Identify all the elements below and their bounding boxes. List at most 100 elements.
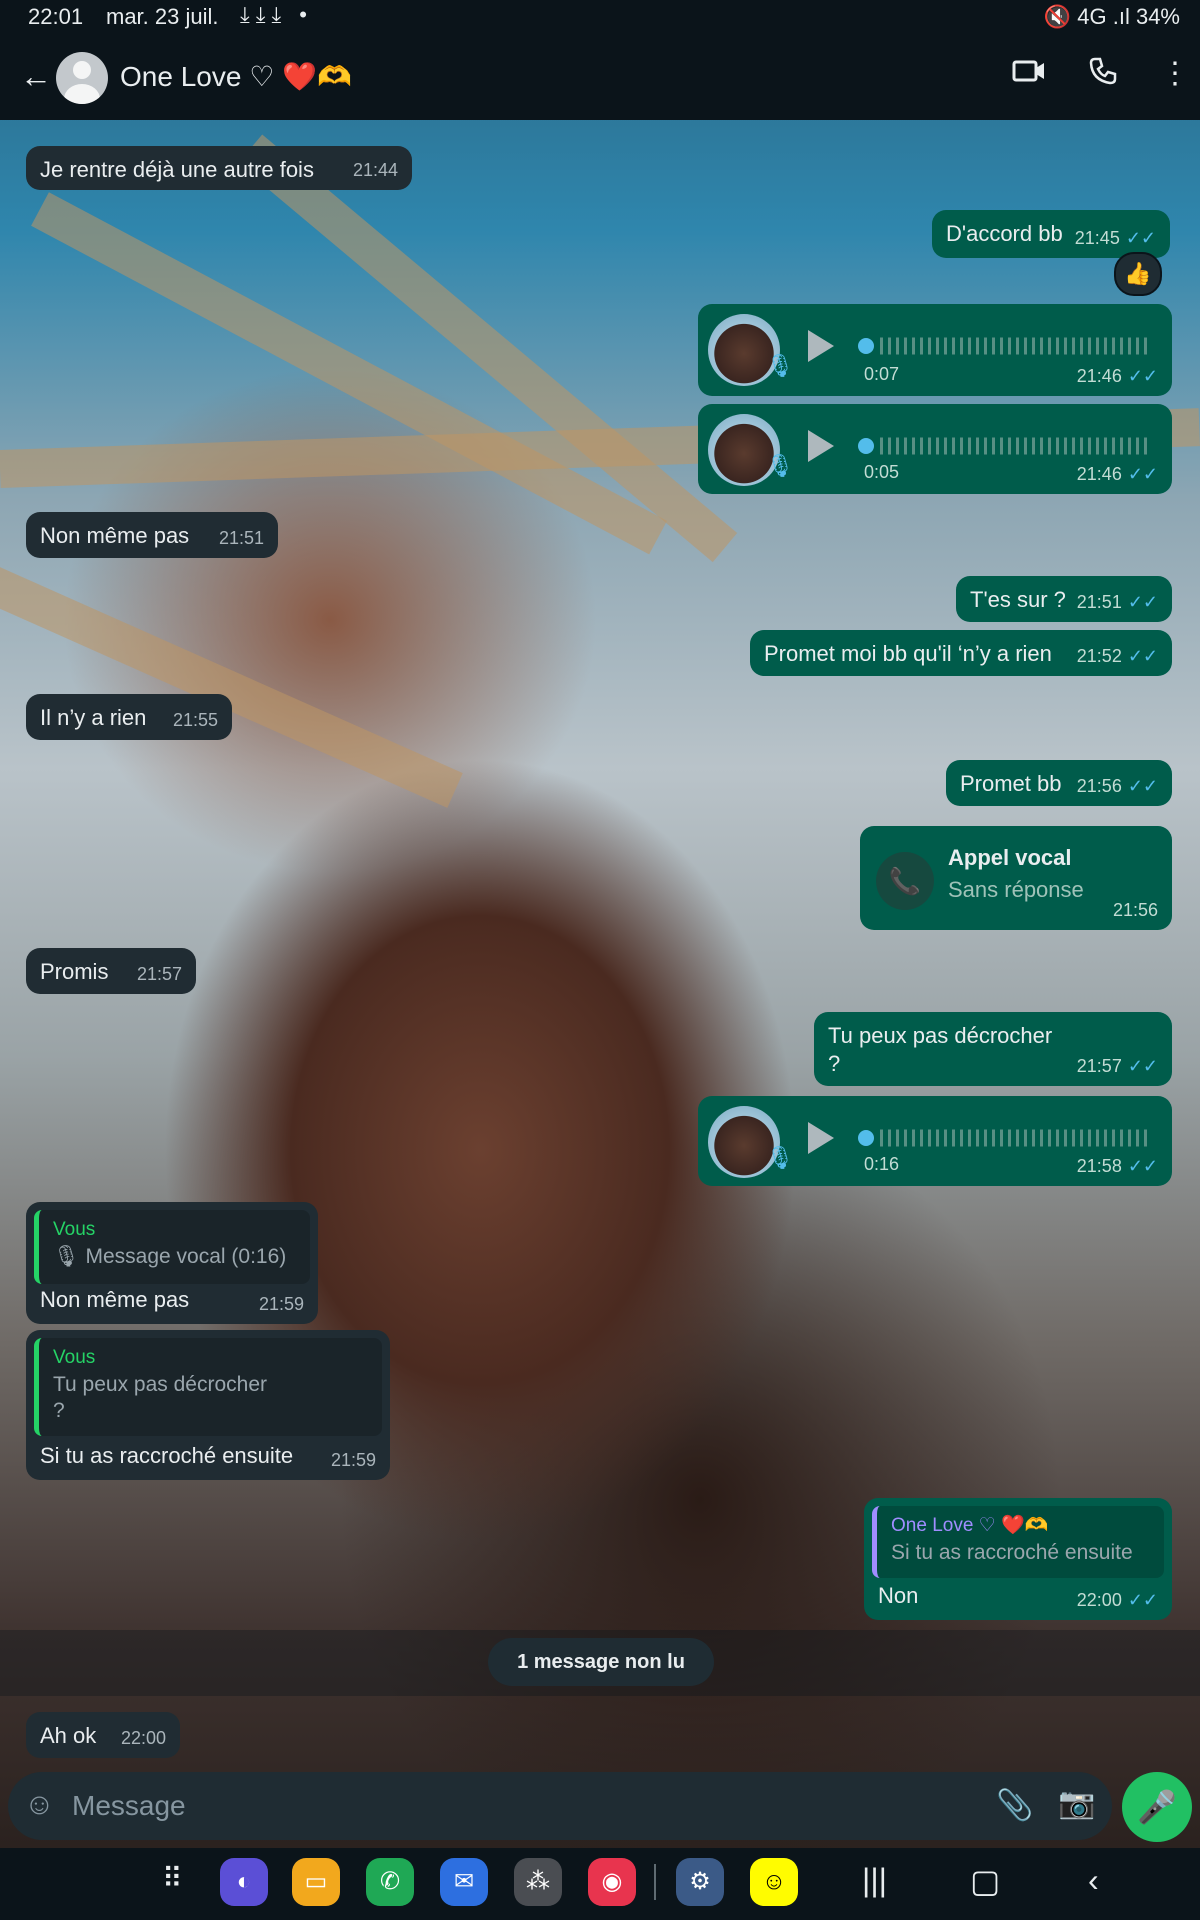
reply-message-outgoing[interactable]: One Love ♡ ❤️🫶 Si tu as raccroché ensuit… <box>864 1498 1172 1620</box>
message-time: 21:57 <box>136 964 182 984</box>
emoji-icon[interactable]: ☺ <box>24 1788 55 1822</box>
home-icon[interactable]: ▢ <box>970 1862 1000 1900</box>
download-icons: ⤓⤓⤓ • <box>240 2 313 27</box>
chat-header: ← One Love ♡ ❤️🫶 ⋮ <box>0 36 1200 120</box>
play-icon[interactable] <box>808 330 834 362</box>
status-time: 22:01 <box>28 4 84 29</box>
read-ticks-icon: ✓✓ <box>1127 464 1158 484</box>
message-time: 21:58 <box>1076 1156 1122 1176</box>
voice-duration: 0:16 <box>864 1154 900 1174</box>
messages-app-icon[interactable]: ✉ <box>440 1858 488 1906</box>
message-time: 21:56 <box>1112 900 1158 920</box>
waveform[interactable] <box>880 332 1150 360</box>
voice-message-outgoing[interactable]: 🎙 0:16 21:58 ✓✓ <box>698 1096 1172 1186</box>
call-log-bubble[interactable]: 📞 Appel vocal Sans réponse 21:56 <box>860 826 1172 930</box>
phone-app-icon[interactable]: ✆ <box>366 1858 414 1906</box>
quoted-message[interactable]: Vous Tu peux pas décrocher ? <box>34 1338 382 1436</box>
message-outgoing[interactable]: D'accord bb 21:45 ✓✓ <box>932 210 1170 258</box>
message-text: Non même pas <box>40 523 190 548</box>
message-meta: 21:57 ✓✓ <box>1077 1052 1158 1080</box>
message-incoming[interactable]: Promis 21:57 <box>26 948 196 994</box>
message-meta: 21:56 ✓✓ <box>1077 772 1158 800</box>
files-app-icon[interactable]: ▭ <box>292 1858 340 1906</box>
message-outgoing[interactable]: Promet bb 21:56 ✓✓ <box>946 760 1172 806</box>
settings-app-icon[interactable]: ⚙ <box>676 1858 724 1906</box>
message-outgoing[interactable]: Tu peux pas décrocher ? 21:57 ✓✓ <box>814 1012 1172 1086</box>
message-time: 21:55 <box>172 710 218 730</box>
mic-icon: 🎙 <box>766 453 794 478</box>
playback-scrubber[interactable] <box>858 438 874 454</box>
contact-name[interactable]: One Love ♡ ❤️🫶 <box>120 60 352 93</box>
more-options-icon[interactable]: ⋮ <box>1160 56 1190 91</box>
message-incoming[interactable]: Non même pas 21:51 <box>26 512 278 558</box>
read-ticks-icon: ✓✓ <box>1127 592 1158 612</box>
message-incoming[interactable]: Ah ok 22:00 <box>26 1712 180 1758</box>
message-time: 21:45 <box>1074 228 1120 248</box>
quoted-sender: One Love ♡ ❤️🫶 <box>891 1515 1049 1536</box>
waveform[interactable] <box>880 432 1150 460</box>
quoted-sender: Vous <box>53 1219 96 1240</box>
app-drawer-icon[interactable]: ⠿ <box>162 1862 183 1895</box>
playback-scrubber[interactable] <box>858 338 874 354</box>
message-text: Promet moi bb qu'il ‘n’y a rien <box>764 641 1052 666</box>
voice-message-outgoing[interactable]: 🎙 0:07 21:46 ✓✓ <box>698 304 1172 396</box>
read-ticks-icon: ✓✓ <box>1127 646 1158 666</box>
message-text-line2: ? <box>828 1051 841 1076</box>
read-ticks-icon: ✓✓ <box>1127 1590 1158 1610</box>
message-meta: 21:45 ✓✓ <box>1075 224 1156 252</box>
camera-icon[interactable]: 📷 <box>1058 1786 1095 1821</box>
voice-call-icon[interactable] <box>1088 56 1118 94</box>
attachment-icon[interactable]: 📎 <box>996 1788 1033 1823</box>
waveform[interactable] <box>880 1124 1150 1152</box>
message-input[interactable]: Message <box>72 1790 186 1822</box>
message-text: Non même pas <box>40 1287 190 1312</box>
unread-count-badge: 1 message non lu <box>488 1638 714 1686</box>
read-ticks-icon: ✓✓ <box>1125 228 1156 248</box>
recents-icon[interactable]: ||| <box>862 1862 887 1899</box>
message-text: Promis <box>40 959 109 984</box>
voice-record-button[interactable]: 🎤 <box>1122 1772 1192 1842</box>
message-text: Tu peux pas décrocher <box>828 1023 1053 1048</box>
play-icon[interactable] <box>808 430 834 462</box>
quoted-message[interactable]: Vous 🎙 Message vocal (0:16) <box>34 1210 310 1284</box>
message-time: 21:52 <box>1076 646 1122 666</box>
reaction-thumbs-up[interactable]: 👍 <box>1114 252 1162 296</box>
voice-duration: 0:07 <box>864 364 900 384</box>
call-status: Sans réponse <box>948 877 1084 902</box>
video-call-icon[interactable] <box>1012 56 1046 94</box>
message-time: 22:00 <box>1076 1590 1122 1610</box>
message-text: Non <box>878 1583 919 1608</box>
read-ticks-icon: ✓✓ <box>1127 366 1158 386</box>
message-time: 22:00 <box>120 1728 166 1748</box>
message-text: Promet bb <box>960 771 1062 796</box>
message-composer: ☺ Message 📎 📷 <box>8 1772 1112 1840</box>
message-incoming[interactable]: Il n’y a rien 21:55 <box>26 694 232 740</box>
system-nav-bar: ⠿ ◐ ▭ ✆ ✉ ⁂ ◉ ⚙ ☺ ||| ▢ ‹ <box>0 1848 1200 1920</box>
message-meta: 21:52 ✓✓ <box>1077 642 1158 670</box>
snapchat-app-icon[interactable]: ☺ <box>750 1858 798 1906</box>
playback-scrubber[interactable] <box>858 1130 874 1146</box>
back-arrow-icon[interactable]: ← <box>20 58 52 95</box>
dock-divider <box>654 1864 656 1900</box>
browser-app-icon[interactable]: ◐ <box>220 1858 268 1906</box>
camera-app-icon[interactable]: ◉ <box>588 1858 636 1906</box>
message-outgoing[interactable]: Promet moi bb qu'il ‘n’y a rien 21:52 ✓✓ <box>750 630 1172 676</box>
reply-message-incoming[interactable]: Vous Tu peux pas décrocher ? Si tu as ra… <box>26 1330 390 1480</box>
multi-app-icon[interactable]: ⁂ <box>514 1858 562 1906</box>
play-icon[interactable] <box>808 1122 834 1154</box>
read-ticks-icon: ✓✓ <box>1127 1156 1158 1176</box>
message-text: D'accord bb <box>946 221 1063 246</box>
message-incoming[interactable]: Je rentre déjà une autre fois 21:44 <box>26 146 412 190</box>
message-meta: 21:46 ✓✓ <box>1077 460 1158 488</box>
message-text: T'es sur ? <box>970 587 1066 612</box>
quoted-text-line2: ? <box>53 1399 65 1422</box>
message-time: 21:56 <box>1076 776 1122 796</box>
back-nav-icon[interactable]: ‹ <box>1088 1862 1099 1899</box>
message-outgoing[interactable]: T'es sur ? 21:51 ✓✓ <box>956 576 1172 622</box>
status-bar: 22:01 mar. 23 juil. ⤓⤓⤓ • 🔇 4G .ıl 34% <box>0 0 1200 36</box>
contact-avatar[interactable] <box>56 52 108 104</box>
quoted-text: Si tu as raccroché ensuite <box>891 1541 1133 1564</box>
reply-message-incoming[interactable]: Vous 🎙 Message vocal (0:16) Non même pas… <box>26 1202 318 1324</box>
voice-message-outgoing[interactable]: 🎙 0:05 21:46 ✓✓ <box>698 404 1172 494</box>
quoted-message[interactable]: One Love ♡ ❤️🫶 Si tu as raccroché ensuit… <box>872 1506 1164 1578</box>
